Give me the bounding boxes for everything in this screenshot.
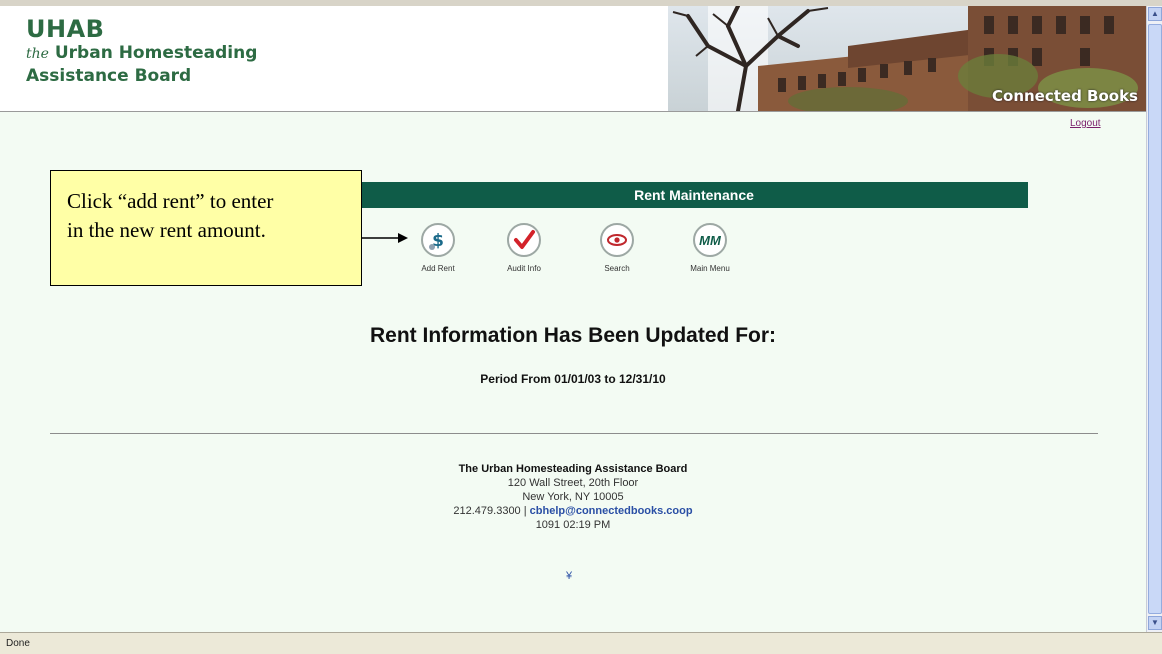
callout-line-1: Click “add rent” to enter: [67, 189, 274, 213]
footer-email-link[interactable]: cbhelp@connectedbooks.coop: [530, 505, 693, 517]
instruction-callout: Click “add rent” to enter in the new ren…: [50, 170, 362, 286]
period-text: Period From 01/01/03 to 12/31/10: [480, 372, 666, 386]
footer-contact-line: 212.479.3300 | cbhelp@connectedbooks.coo…: [0, 504, 1146, 518]
eye-icon: [607, 234, 627, 246]
dollar-icon: $: [426, 228, 450, 252]
toolbar-search[interactable]: Search: [587, 223, 647, 273]
footer-separator: |: [520, 505, 530, 517]
header-photo: Connected Books: [668, 6, 1146, 111]
toolbar-audit-info[interactable]: Audit Info: [494, 223, 554, 273]
footer-phone: 212.479.3300: [453, 505, 521, 517]
logo-urban-text: Urban Homesteading: [54, 43, 258, 63]
logo-the-text: the: [26, 46, 49, 62]
main-menu-label: Main Menu: [690, 264, 730, 273]
footer-org-name: The Urban Homesteading Assistance Board: [458, 463, 688, 475]
small-logo-icon[interactable]: ¥: [566, 570, 572, 582]
search-label: Search: [604, 264, 630, 273]
update-headline: Rent Information Has Been Updated For:: [369, 324, 777, 347]
scroll-up-button[interactable]: ▲: [1148, 7, 1162, 21]
browser-window: UHAB the Urban Homesteading Assistance B…: [0, 0, 1162, 654]
site-header: UHAB the Urban Homesteading Assistance B…: [0, 6, 1146, 112]
audit-info-label: Audit Info: [507, 264, 541, 273]
checkmark-icon: [514, 230, 535, 249]
site-footer: The Urban Homesteading Assistance Board …: [0, 462, 1146, 532]
scroll-down-button[interactable]: ▼: [1148, 616, 1162, 630]
vertical-scrollbar[interactable]: ▲ ▼: [1146, 6, 1162, 632]
mm-icon: MM: [699, 232, 721, 248]
rent-maintenance-bar: Rent Maintenance: [360, 182, 1028, 208]
browser-status-bar: Done: [0, 632, 1162, 654]
main-menu-button[interactable]: MM: [693, 223, 727, 257]
add-rent-button[interactable]: $: [421, 223, 455, 257]
footer-meta: 1091 02:19 PM: [535, 519, 611, 531]
logo-line-1: the Urban Homesteading: [26, 42, 257, 65]
scrollbar-thumb[interactable]: [1148, 24, 1162, 614]
footer-street: 120 Wall Street, 20th Floor: [507, 477, 639, 489]
callout-line-2: in the new rent amount.: [67, 218, 266, 242]
audit-info-button[interactable]: [507, 223, 541, 257]
footer-city: New York, NY 10005: [522, 491, 624, 503]
connected-books-caption: Connected Books: [992, 87, 1138, 105]
add-rent-label: Add Rent: [421, 264, 455, 273]
toolbar-add-rent[interactable]: $ Add Rent: [408, 223, 468, 273]
logo-line-2: Assistance Board: [26, 66, 192, 86]
status-text: Done: [6, 638, 30, 649]
toolbar-main-menu[interactable]: MM Main Menu: [680, 223, 740, 273]
callout-arrow: [362, 233, 408, 243]
search-button[interactable]: [600, 223, 634, 257]
logout-link[interactable]: Logout: [1070, 118, 1101, 129]
uhab-logo[interactable]: UHAB the Urban Homesteading Assistance B…: [26, 16, 257, 87]
footer-divider: [50, 433, 1098, 434]
logo-uhab-text: UHAB: [26, 15, 105, 43]
